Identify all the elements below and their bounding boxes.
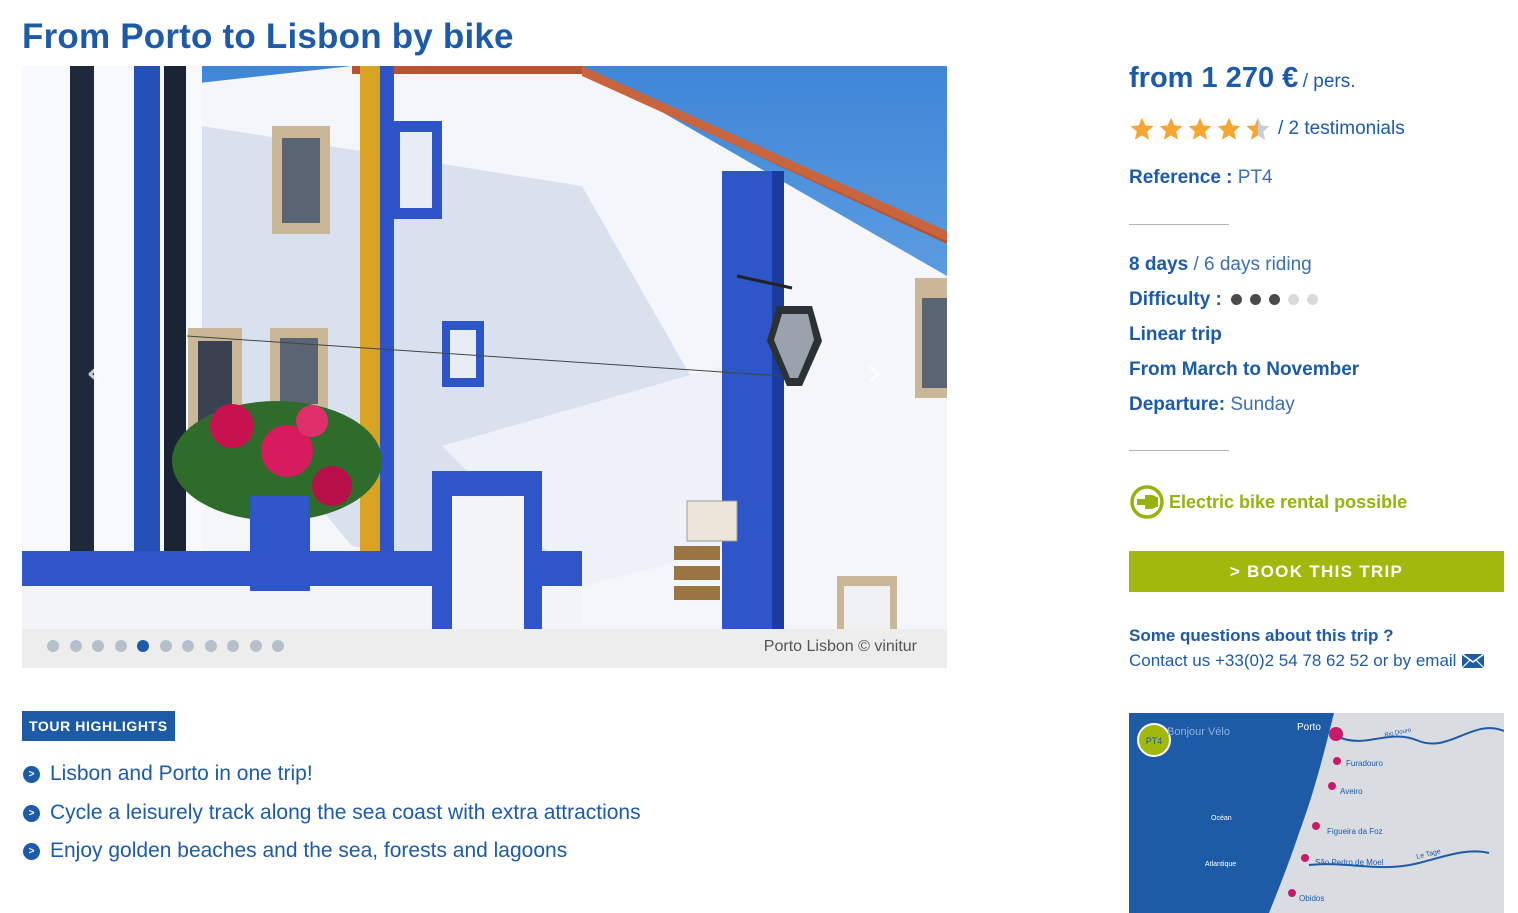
difficulty-dot [1288,294,1300,306]
map-place: Aveiro [1340,787,1363,796]
slide-dot[interactable] [69,640,82,652]
chevron-left-icon[interactable]: ‹ [74,348,114,398]
difficulty-meter [1231,294,1326,306]
route-map[interactable]: PT4 Bonjour Vélo Porto Furadouro Aveiro … [1129,713,1504,913]
questions-heading: Some questions about this trip ? [1129,626,1394,645]
difficulty-dot [1307,294,1319,306]
photo-caption: Porto Lisbon © vinitur [763,638,917,655]
slide-dot[interactable] [204,640,217,652]
reference-value: PT4 [1237,167,1273,188]
departure-value: Sunday [1230,394,1295,415]
difficulty-label: Difficulty : [1129,289,1222,310]
reference-label: Reference : [1129,167,1233,188]
star-icon [1130,117,1154,140]
ebike-text: Electric bike rental possible [1169,491,1408,512]
photo-slideshow: ‹ › Porto Lisbon © vinitur [22,66,947,668]
slide-pagination [47,640,295,652]
price: from 1 270 € / pers. [1129,62,1356,95]
list-item: > Cycle a leisurely track along the sea c… [22,799,641,838]
map-brand: Bonjour Vélo [1167,726,1230,738]
map-sea-label: Atlantique [1205,861,1236,868]
slide-dot[interactable] [272,640,284,652]
departure: Departure: Sunday [1129,394,1295,416]
contact-text: Contact us +33(0)2 54 78 62 52 or by ema… [1129,651,1457,670]
difficulty-dot [1250,294,1262,306]
difficulty: Difficulty : [1129,289,1326,311]
star-icon [1217,117,1241,140]
price-unit: / pers. [1302,71,1356,92]
electric-plug-icon [1130,485,1164,519]
star-icon [1159,117,1183,140]
slide-dot[interactable] [249,640,262,652]
map-sea-label: Océan [1211,815,1232,822]
bullet-arrow-icon: > [23,843,40,860]
duration: 8 days / 6 days riding [1129,254,1312,276]
bullet-arrow-icon: > [23,766,40,783]
ebike-notice: Electric bike rental possible [1129,484,1407,520]
divider [1129,224,1229,225]
duration-value: / 6 days riding [1193,254,1312,275]
slide-dot[interactable] [182,640,194,652]
chevron-right-icon[interactable]: › [854,348,894,398]
book-trip-button[interactable]: > BOOK THIS TRIP [1129,551,1504,592]
slide-dot[interactable] [114,640,127,652]
difficulty-dot [1269,294,1281,306]
difficulty-dot [1231,294,1243,306]
map-place: Figueira da Foz [1327,827,1383,836]
slide-dot[interactable] [92,640,104,652]
slide-dot[interactable] [47,640,59,652]
trip-season: From March to November [1129,359,1360,380]
divider [1129,450,1229,451]
slide-dot[interactable] [159,640,172,652]
rating[interactable]: / 2 testimonials [1129,116,1405,142]
trip-type: Linear trip [1129,324,1222,345]
list-item: > Enjoy golden beaches and the sea, fores… [22,837,641,876]
slide-photo [22,66,947,629]
slide-dot[interactable] [137,640,149,652]
departure-label: Departure: [1129,394,1226,415]
tour-highlights-heading: TOUR HIGHLIGHTS [22,711,175,741]
bullet-arrow-icon: > [23,804,40,822]
map-place: São Pedro de Moel [1315,858,1384,867]
price-amount: from 1 270 € [1129,62,1299,94]
testimonials-link[interactable]: / 2 testimonials [1278,118,1405,140]
highlight-text: Lisbon and Porto in one trip! [50,762,313,785]
map-place: Furadouro [1346,759,1383,768]
duration-label: 8 days [1129,254,1189,275]
contact-line: Contact us +33(0)2 54 78 62 52 or by ema… [1129,651,1485,671]
slide-dot[interactable] [227,640,239,652]
envelope-icon[interactable] [1461,653,1485,669]
star-icon [1188,117,1212,140]
map-place: Porto [1297,722,1321,733]
reference: Reference : PT4 [1129,167,1273,189]
list-item: > Lisbon and Porto in one trip! [22,760,641,799]
highlight-text: Enjoy golden beaches and the sea, forest… [50,839,568,862]
map-place: Obidos [1299,894,1324,903]
star-icon [1246,117,1270,140]
map-badge: PT4 [1146,736,1163,746]
star-rating [1129,116,1274,142]
highlights-list: > Lisbon and Porto in one trip! > Cycle a … [22,760,641,876]
page-title: From Porto to Lisbon by bike [22,17,514,57]
highlight-text: Cycle a leisurely track along the sea co… [50,800,641,824]
